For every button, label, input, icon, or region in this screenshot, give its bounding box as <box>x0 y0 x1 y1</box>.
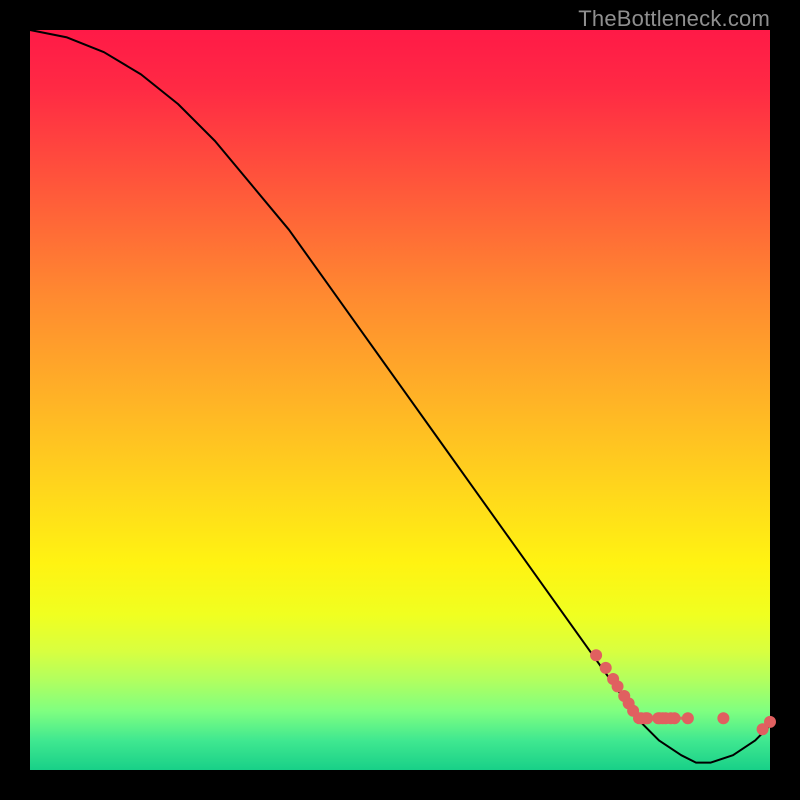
data-marker <box>682 712 694 724</box>
data-marker <box>669 712 681 724</box>
data-marker <box>600 662 612 674</box>
data-marker <box>590 649 602 661</box>
watermark-text: TheBottleneck.com <box>578 6 770 32</box>
chart-svg <box>30 30 770 770</box>
data-marker <box>764 716 776 728</box>
data-marker <box>641 712 653 724</box>
chart-stage: TheBottleneck.com <box>0 0 800 800</box>
series-curve <box>30 30 770 763</box>
plot-area <box>30 30 770 770</box>
data-marker <box>717 712 729 724</box>
